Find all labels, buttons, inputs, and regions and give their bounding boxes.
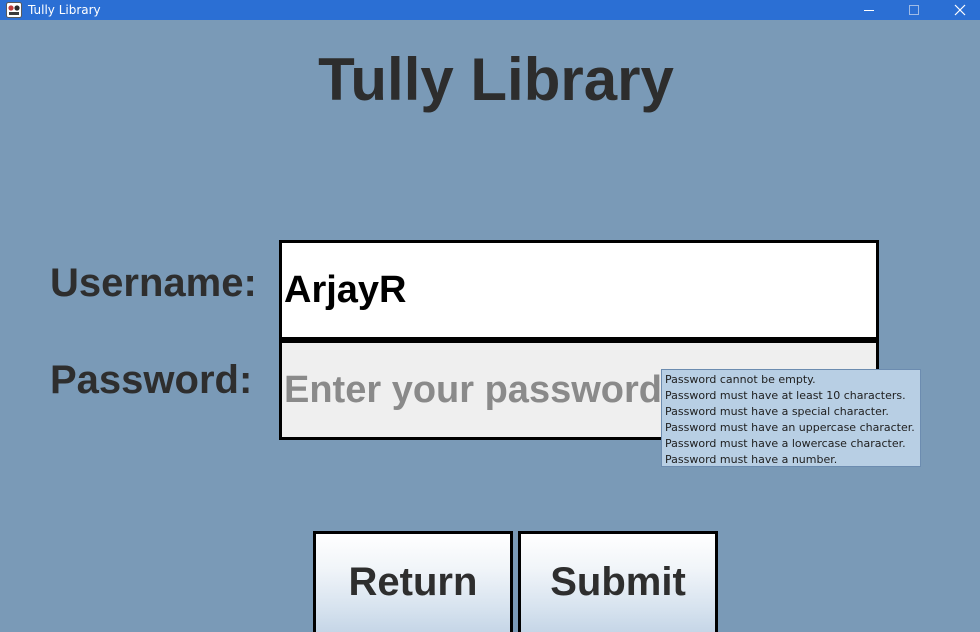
tooltip-line: Password must have a number.: [665, 453, 838, 466]
title-bar[interactable]: Tully Library: [0, 0, 980, 20]
return-button-label: Return: [348, 559, 478, 604]
username-label: Username:: [50, 261, 257, 305]
close-button[interactable]: [937, 0, 980, 20]
submit-button-label: Submit: [550, 559, 686, 604]
minimize-button[interactable]: [846, 0, 892, 20]
submit-button[interactable]: Submit: [518, 531, 718, 632]
tooltip-line: Password cannot be empty.: [665, 373, 816, 386]
return-button[interactable]: Return: [313, 531, 513, 632]
page-title: Tully Library: [318, 46, 674, 113]
password-requirements-tooltip: Password cannot be empty. Password must …: [661, 369, 921, 467]
username-input[interactable]: [279, 240, 879, 340]
tooltip-line: Password must have a lowercase character…: [665, 437, 906, 450]
tooltip-line: Password must have a special character.: [665, 405, 889, 418]
maximize-icon: [909, 5, 919, 15]
minimize-icon: [864, 10, 874, 11]
maximize-button[interactable]: [891, 0, 937, 20]
app-icon: [6, 2, 22, 18]
password-label: Password:: [50, 358, 253, 402]
window-title: Tully Library: [28, 3, 101, 17]
tooltip-line: Password must have at least 10 character…: [665, 389, 906, 402]
close-icon: [954, 4, 966, 16]
tooltip-line: Password must have an uppercase characte…: [665, 421, 915, 434]
